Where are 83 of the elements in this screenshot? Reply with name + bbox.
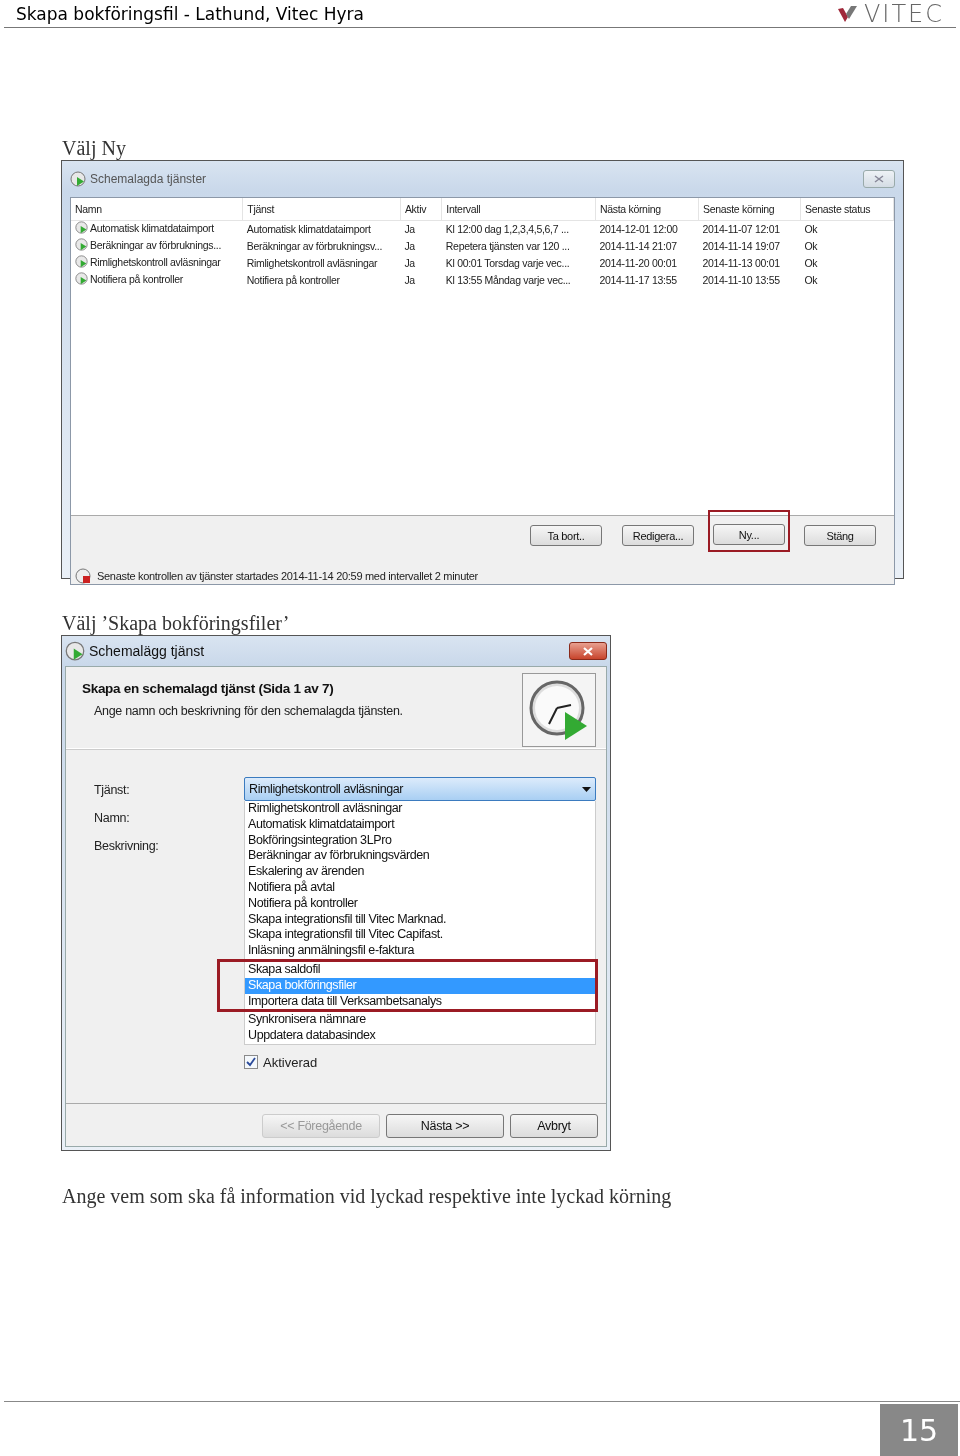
table-cell: Ok (804, 273, 818, 286)
table-cell: 2014-11-13 00:01 (702, 256, 780, 269)
field-label: Tjänst: (94, 783, 131, 797)
instruction-text: Ange vem som ska få information vid lyckad respektive inte lyckad körning (62, 1185, 673, 1208)
service-dropdown[interactable]: Rimlighetskontroll avläsningar (244, 777, 596, 801)
table-cell: 2014-11-10 13:55 (702, 273, 780, 286)
step-caption: Välj ’Skapa bokföringsfiler’ (62, 611, 291, 635)
service-icon (75, 272, 88, 285)
run-icon (65, 641, 85, 661)
table-cell: Beräkningar av förbrukningsv... (246, 239, 382, 252)
logo-text: VITEC (863, 0, 944, 28)
dropdown-option[interactable]: Bokföringsintegration 3LPro (245, 832, 595, 849)
dropdown-option[interactable]: Importera data till Verksambetsanalys (245, 993, 595, 1010)
run-icon (70, 171, 86, 187)
table-cell: 2014-11-14 21:07 (599, 239, 677, 252)
column-header[interactable]: Aktiv (400, 198, 442, 220)
dropdown-option[interactable]: Inläsning anmälningsfil e-faktura (245, 943, 595, 959)
close-icon (583, 646, 593, 656)
table-cell: 2014-11-07 12:01 (702, 222, 780, 235)
table-cell: Rimlighetskontroll avläsningar (90, 255, 221, 268)
dropdown-option[interactable]: Automatisk klimatdataimport (245, 816, 595, 833)
table-cell: Beräkningar av förbruknings... (90, 238, 222, 251)
close-button[interactable] (569, 642, 607, 660)
column-header[interactable]: Tjänst (242, 198, 401, 220)
dialog-button[interactable]: Avbryt (510, 1114, 598, 1138)
check-icon (246, 1057, 256, 1068)
table-cell: 2014-11-17 13:55 (599, 273, 677, 286)
service-icon (75, 255, 88, 268)
dropdown-option[interactable]: Skapa integrationsfil till Vitec Capifast. (245, 927, 595, 944)
table-cell: Rimlighetskontroll avläsningar (246, 256, 378, 269)
table-cell: Ja (404, 239, 415, 252)
dropdown-option[interactable]: Skapa saldofil (245, 961, 595, 978)
caret-icon (582, 786, 591, 792)
dropdown-option[interactable]: Notifiera på kontroller (245, 895, 595, 912)
dropdown-option[interactable]: Notifiera på avtal (245, 880, 595, 896)
dialog-button[interactable]: Ta bort.. (530, 525, 602, 546)
dropdown-option[interactable]: Beräkningar av förbrukningsvärden (245, 848, 595, 865)
table-cell: Kl 00:01 Torsdag varje vec... (445, 256, 570, 269)
table-cell: Kl 12:00 dag 1,2,3,4,5,6,7 ... (445, 222, 569, 235)
close-icon (874, 175, 884, 183)
window-title: Schemalägg tjänst (89, 643, 206, 659)
service-icon (75, 221, 88, 235)
table-cell: Notifiera på kontroller (246, 273, 340, 286)
dropdown-option[interactable]: Skapa integrationsfil till Vitec Marknad. (245, 911, 595, 928)
step-caption: Välj Ny (62, 136, 127, 160)
table-cell: Automatisk klimatdataimport (246, 222, 371, 235)
dialog-button[interactable]: Redigera... (622, 525, 694, 546)
table-cell: Notifiera på kontroller (90, 272, 183, 285)
table-cell: 2014-11-14 19:07 (702, 239, 780, 252)
table-cell: Repetera tjänsten var 120 ... (445, 239, 570, 252)
table-cell: Ja (404, 256, 415, 269)
dropdown-option[interactable]: Synkronisera nämnare (245, 1012, 595, 1029)
field-label: Namn: (94, 811, 131, 825)
table-cell: Kl 13:55 Måndag varje vec... (445, 273, 571, 286)
dialog-button[interactable]: Nästa >> (386, 1114, 504, 1138)
table-cell: Automatisk klimatdataimport (90, 221, 214, 234)
table-cell: 2014-11-20 00:01 (599, 256, 677, 269)
checkbox[interactable]: Aktiverad (244, 1054, 596, 1070)
window-title: Schemalagda tjänster (90, 172, 208, 186)
dialog-button[interactable]: Stäng (804, 525, 876, 546)
document-title: Skapa bokföringsfil - Lathund, Vitec Hyra (16, 3, 364, 24)
column-header[interactable]: Namn (71, 198, 243, 220)
table-cell: Ok (804, 239, 818, 252)
table-cell: Ok (804, 256, 818, 269)
service-icon (75, 238, 88, 251)
column-header[interactable]: Senaste status (800, 198, 894, 220)
table-cell: Ok (804, 222, 818, 235)
dropdown-option[interactable]: Rimlighetskontroll avläsningar (245, 801, 595, 817)
page-number: 15 (880, 1404, 958, 1456)
table-cell: 2014-12-01 12:00 (599, 222, 678, 235)
column-header[interactable]: Nästa körning (595, 198, 699, 220)
page-heading: Skapa en schemalagd tjänst (Sida 1 av 7) (82, 681, 335, 696)
logo-icon (835, 4, 858, 23)
dropdown-option[interactable]: Eskalering av ärenden (245, 864, 595, 880)
table-cell: Ja (404, 222, 415, 235)
field-label: Beskrivning: (94, 839, 160, 853)
column-header[interactable]: Intervall (441, 198, 596, 220)
dropdown-option[interactable]: Uppdatera databasindex (245, 1028, 595, 1044)
status-text: Senaste kontrollen av tjänster startades 2014-11-14 20:59 med intervallet 2 minuter (97, 570, 478, 582)
column-header[interactable]: Senaste körning (698, 198, 801, 220)
dialog-button[interactable]: Ny... (713, 524, 785, 545)
table-cell: Ja (404, 273, 415, 286)
page-description: Ange namn och beskrivning för den schemalagda tjänsten. (93, 704, 403, 718)
